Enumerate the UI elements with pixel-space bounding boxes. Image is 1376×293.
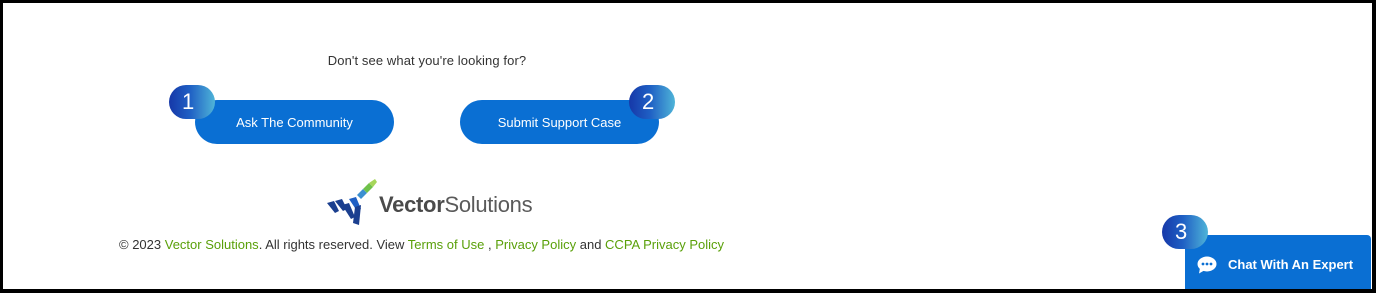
vector-solutions-logo[interactable]: VectorSolutions xyxy=(325,179,535,227)
chat-label: Chat With An Expert xyxy=(1228,256,1354,272)
chat-with-expert-button[interactable]: Chat With An Expert xyxy=(1185,235,1371,289)
step-badge-3: 3 xyxy=(1162,215,1208,249)
ccpa-privacy-policy-link[interactable]: CCPA Privacy Policy xyxy=(605,237,724,252)
logo-word-vector: Vector xyxy=(379,192,445,217)
terms-of-use-link[interactable]: Terms of Use xyxy=(408,237,485,252)
chat-bubble-icon xyxy=(1197,256,1217,274)
ask-community-button[interactable]: Ask The Community xyxy=(195,100,394,144)
copyright-text: © 2023 xyxy=(119,237,165,252)
step-badge-2: 2 xyxy=(629,85,675,119)
separator-text: , xyxy=(484,237,496,252)
help-prompt: Don't see what you're looking for? xyxy=(327,53,527,68)
logo-word-solutions: Solutions xyxy=(444,192,533,217)
vector-solutions-link[interactable]: Vector Solutions xyxy=(165,237,259,252)
step-badge-1: 1 xyxy=(169,85,215,119)
and-text: and xyxy=(576,237,606,252)
page-frame: Don't see what you're looking for? Ask T… xyxy=(0,0,1376,293)
footer-legal: © 2023 Vector Solutions. All rights rese… xyxy=(119,237,724,252)
logo-mark-icon xyxy=(327,179,377,225)
privacy-policy-link[interactable]: Privacy Policy xyxy=(495,237,576,252)
logo-wordmark: VectorSolutions xyxy=(379,192,533,218)
rights-text: . All rights reserved. View xyxy=(258,237,408,252)
